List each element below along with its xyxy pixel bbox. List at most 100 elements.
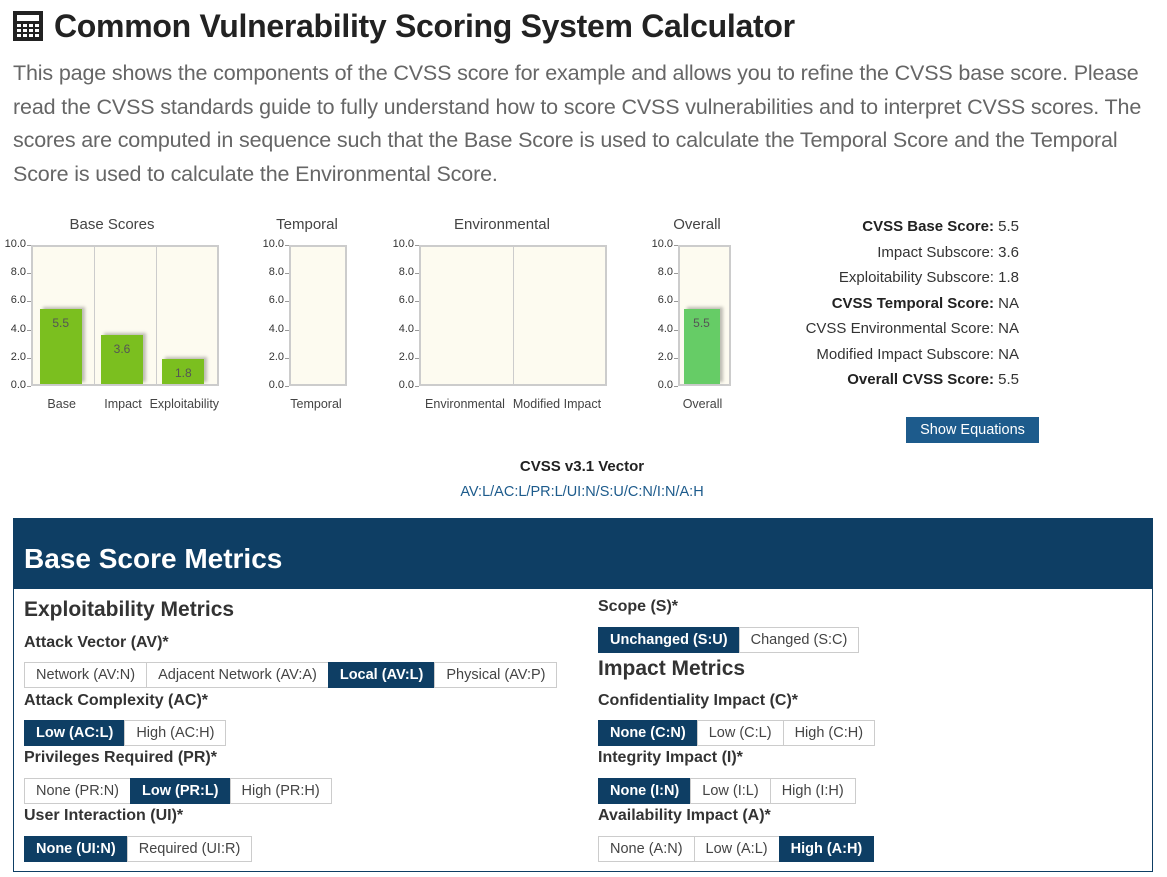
y-tick-label: 0.0: [268, 379, 284, 391]
attack-complexity-label: Attack Complexity (AC)*: [24, 692, 209, 709]
pr-option-2[interactable]: High (PR:H): [229, 778, 332, 804]
exploitability-subscore-label: Exploitability Subscore:: [838, 269, 994, 286]
page-title: Common Vulnerability Scoring System Calc…: [54, 7, 795, 44]
y-tick-label: 10.0: [651, 238, 673, 250]
av-option-3[interactable]: Physical (AV:P): [434, 662, 558, 688]
y-tick-label: 2.0: [10, 350, 26, 363]
chart-title-1: Temporal: [276, 216, 338, 233]
calculator-icon: [13, 11, 43, 41]
availability-impact-options: None (A:N) Low (A:L) High (A:H): [598, 836, 875, 862]
y-tick-label: 6.0: [398, 294, 414, 307]
av-option-0[interactable]: Network (AV:N): [24, 662, 148, 688]
bar-value-label: 5.5: [693, 315, 710, 330]
ac-option-0[interactable]: Low (AC:L): [24, 720, 126, 746]
overall-score-value: 5.5: [998, 371, 1019, 388]
base-score-value: 5.5: [998, 218, 1019, 235]
chart-title-0: Base Scores: [69, 216, 155, 233]
y-tick-mark: [285, 386, 289, 387]
y-tick-label: 0.0: [398, 379, 414, 391]
impact-subscore-label: Impact Subscore:: [877, 243, 994, 261]
vector-link[interactable]: AV:L/AC:L/PR:L/UI:N/S:U/C:N/I:N/A:H: [452, 484, 712, 500]
integrity-impact-options: None (I:N) Low (I:L) High (I:H): [598, 778, 856, 804]
a-option-2[interactable]: High (A:H): [778, 836, 875, 862]
x-tick-label: Modified Impact: [512, 397, 602, 411]
privileges-required-label: Privileges Required (PR)*: [24, 749, 217, 766]
confidentiality-impact-options: None (C:N) Low (C:L) High (C:H): [598, 720, 876, 746]
scope-options: Unchanged (S:U) Changed (S:C): [598, 627, 860, 653]
chart-plot-area-1: [289, 245, 347, 386]
ui-option-1[interactable]: Required (UI:R): [126, 836, 253, 862]
y-tick-label: 8.0: [10, 266, 26, 279]
i-option-0[interactable]: None (I:N): [598, 778, 692, 804]
environmental-score-label: CVSS Environmental Score:: [805, 320, 994, 337]
y-tick-label: 8.0: [657, 266, 673, 279]
user-interaction-label: User Interaction (UI)*: [24, 807, 184, 824]
y-tick-label: 10.0: [392, 238, 414, 250]
s-option-0[interactable]: Unchanged (S:U): [598, 627, 740, 653]
y-tick-mark: [415, 386, 419, 387]
exploitability-subscore-value: 1.8: [998, 269, 1019, 286]
bar-value-label: 3.6: [113, 341, 131, 356]
i-option-2[interactable]: High (I:H): [769, 778, 856, 804]
av-option-2[interactable]: Local (AV:L): [327, 662, 436, 688]
grid-line: [94, 247, 96, 384]
chart-title-3: Overall: [673, 216, 721, 233]
y-tick-label: 10.0: [262, 238, 284, 250]
y-tick-label: 0.0: [657, 379, 673, 391]
y-tick-label: 2.0: [268, 350, 284, 363]
c-option-1[interactable]: Low (C:L): [696, 720, 784, 746]
chart-title-2: Environmental: [454, 216, 550, 233]
grid-line: [155, 247, 157, 384]
i-option-1[interactable]: Low (I:L): [690, 778, 771, 804]
panel-title: Base Score Metrics: [14, 519, 1152, 589]
attack-vector-options: Network (AV:N) Adjacent Network (AV:A) Loc…: [24, 662, 558, 688]
exploitability-metrics-heading: Exploitability Metrics: [24, 598, 235, 621]
intro-text: This page shows the components of the CV…: [13, 61, 1142, 186]
temporal-score-value: NA: [998, 294, 1019, 312]
modified-impact-subscore-label: Modified Impact Subscore:: [816, 345, 994, 363]
s-option-1[interactable]: Changed (S:C): [738, 627, 860, 653]
bar-value-label: 5.5: [52, 315, 69, 330]
y-tick-label: 2.0: [657, 350, 673, 363]
a-option-1[interactable]: Low (A:L): [693, 836, 780, 862]
confidentiality-impact-label: Confidentiality Impact (C)*: [598, 692, 799, 709]
ui-option-0[interactable]: None (UI:N): [24, 836, 128, 862]
vector-title: CVSS v3.1 Vector: [519, 458, 645, 475]
temporal-score-label: CVSS Temporal Score:: [831, 294, 994, 312]
pr-option-1[interactable]: Low (PR:L): [130, 778, 231, 804]
attack-complexity-options: Low (AC:L) High (AC:H): [24, 720, 227, 746]
y-tick-mark: [674, 386, 678, 387]
c-option-0[interactable]: None (C:N): [598, 720, 698, 746]
x-tick-label: Temporal: [290, 397, 342, 411]
ac-option-1[interactable]: High (AC:H): [124, 720, 227, 746]
y-tick-label: 2.0: [398, 350, 414, 363]
x-tick-label: Exploitability: [149, 397, 220, 411]
y-tick-label: 6.0: [657, 294, 673, 307]
x-tick-label: Overall: [682, 397, 723, 411]
impact-subscore-value: 3.6: [998, 243, 1019, 261]
y-tick-label: 6.0: [10, 294, 26, 307]
page-header: Common Vulnerability Scoring System Calc…: [12, 6, 795, 46]
y-tick-label: 4.0: [10, 322, 26, 335]
chart-plot-area-3: 5.5: [678, 245, 731, 386]
c-option-2[interactable]: High (C:H): [782, 720, 876, 746]
privileges-required-options: None (PR:N) Low (PR:L) High (PR:H): [24, 778, 332, 804]
chart-plot-area-2: [419, 245, 607, 386]
y-tick-label: 0.0: [10, 379, 26, 391]
base-score-label: CVSS Base Score:: [862, 218, 994, 235]
pr-option-0[interactable]: None (PR:N): [24, 778, 131, 804]
y-tick-label: 4.0: [268, 322, 284, 335]
chart-plot-area-0: 5.5 3.6 1.8: [31, 245, 219, 386]
availability-impact-label: Availability Impact (A)*: [598, 807, 771, 824]
user-interaction-options: None (UI:N) Required (UI:R): [24, 836, 253, 862]
grid-line: [513, 247, 514, 384]
av-option-1[interactable]: Adjacent Network (AV:A): [146, 662, 329, 688]
environmental-score-value: NA: [998, 320, 1019, 337]
y-tick-label: 6.0: [268, 294, 284, 307]
y-tick-label: 10.0: [4, 238, 26, 250]
a-option-0[interactable]: None (A:N): [598, 836, 695, 862]
show-equations-button[interactable]: Show Equations: [906, 417, 1039, 443]
y-tick-label: 4.0: [657, 322, 673, 335]
scope-label: Scope (S)*: [598, 598, 679, 615]
score-summary: CVSS Base Score: 5.5 Impact Subscore: 3.…: [806, 214, 1019, 393]
